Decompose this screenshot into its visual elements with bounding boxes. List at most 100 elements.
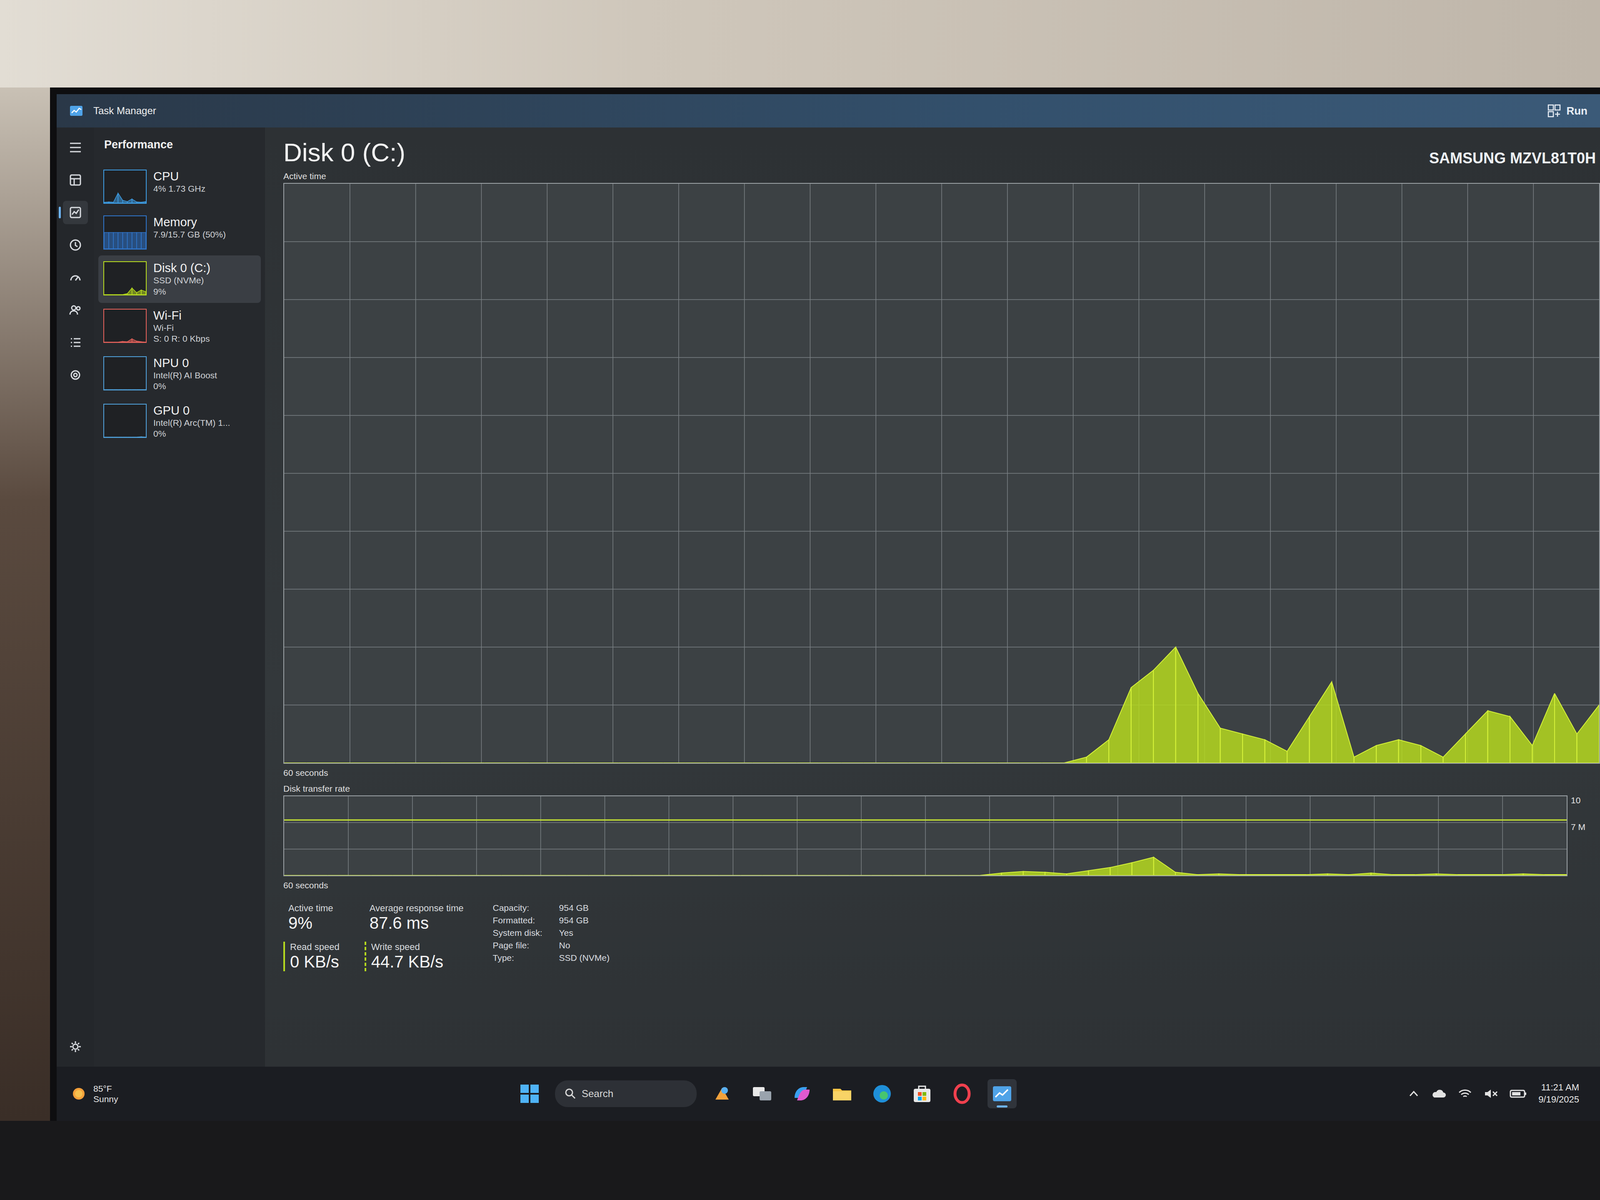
thumbnail-segment <box>122 293 128 295</box>
taskbar-app[interactable] <box>787 1079 817 1109</box>
thumbnail-segment <box>113 341 118 343</box>
chart-area-segment <box>529 762 552 763</box>
chart-area-segment <box>740 875 763 876</box>
chart-area-segment <box>632 875 654 876</box>
thumbnail-chart <box>104 262 146 295</box>
chart-area-segment <box>892 875 915 876</box>
sidebar-item-name[interactable]: Wi-Fi <box>153 308 210 323</box>
thumbnail-segment <box>113 294 118 295</box>
taskbar-app[interactable] <box>987 1079 1017 1109</box>
nav-item[interactable] <box>62 135 88 160</box>
nav-item[interactable] <box>62 298 88 322</box>
chart-area-segment <box>349 875 372 876</box>
chart-area-segment <box>1153 857 1176 876</box>
chart-area-segment <box>1554 693 1577 763</box>
chart-area-segment <box>1331 681 1354 763</box>
sidebar-item-name[interactable]: Memory <box>153 215 226 230</box>
run-button[interactable]: Run <box>1547 103 1588 118</box>
taskbar-app[interactable] <box>707 1079 737 1109</box>
taskbar-app[interactable] <box>747 1079 777 1109</box>
background-room <box>0 87 50 1121</box>
thumbnail-segment <box>108 341 114 343</box>
taskbar-search[interactable]: Search <box>555 1080 697 1108</box>
stat-label: Active time <box>288 902 340 914</box>
chart-area-segment <box>395 762 418 763</box>
thumbnail-segment <box>132 436 137 438</box>
clock-time[interactable]: 11:21 AM <box>1541 1081 1580 1094</box>
taskbar-app[interactable] <box>827 1079 857 1109</box>
chart-area-segment <box>484 762 507 763</box>
chart-area-segment <box>805 875 828 876</box>
thumbnail-segment <box>108 202 114 203</box>
chart-area-segment <box>1086 739 1109 763</box>
thumbnail-segment <box>136 341 142 343</box>
chart-area-segment <box>849 875 871 876</box>
chart-area-segment <box>1392 874 1415 876</box>
chart-area-segment <box>1370 872 1393 876</box>
chart-area-segment <box>1175 872 1198 876</box>
chart-area-segment <box>1108 687 1131 763</box>
chart-area-segment <box>1064 757 1087 763</box>
nav-item[interactable] <box>62 265 88 290</box>
taskbar-app[interactable] <box>907 1079 937 1109</box>
thumbnail-segment <box>104 232 109 249</box>
grid-line <box>1374 796 1375 876</box>
battery-icon <box>1509 1087 1528 1100</box>
sidebar-item[interactable]: CPU4% 1.73 GHz <box>98 163 261 210</box>
sidebar-item-name[interactable]: NPU 0 <box>153 356 218 370</box>
chart-area-segment <box>1265 739 1288 763</box>
nav-item[interactable] <box>62 200 88 225</box>
property-value: 954 GB <box>559 915 610 926</box>
thumbnail-chart <box>104 170 146 203</box>
sidebar-item[interactable]: Disk 0 (C:)SSD (NVMe)9% <box>98 255 261 303</box>
sidebar-item[interactable]: GPU 0Intel(R) Arc(TM) 1...0% <box>98 397 261 446</box>
stat-label: Read speed <box>290 941 340 953</box>
grid-line <box>1437 796 1439 876</box>
sidebar-item-name[interactable]: GPU 0 <box>153 403 230 418</box>
sidebar-item-name[interactable]: CPU <box>153 169 206 184</box>
clock[interactable]: 11:21 AM9/19/2025 <box>1538 1081 1588 1106</box>
performance-icon <box>67 204 84 221</box>
nav-item[interactable] <box>62 363 88 387</box>
thumbnail-segment <box>122 232 128 249</box>
chart-area-segment <box>774 762 797 763</box>
search-label[interactable]: Search <box>581 1087 614 1100</box>
axis-tick: 7 M <box>1570 822 1586 833</box>
clock-date[interactable]: 9/19/2025 <box>1538 1093 1580 1106</box>
chart-area-segment <box>914 875 937 876</box>
chart-area-segment <box>1487 710 1510 763</box>
taskmanager-icon <box>989 1081 1015 1107</box>
taskbar-app[interactable] <box>947 1079 977 1109</box>
chart-span: 60 seconds <box>283 876 1600 893</box>
thumbnail-segment <box>141 341 146 343</box>
run-button-label[interactable]: Run <box>1566 104 1588 118</box>
weather-condition: Sunny <box>93 1093 119 1105</box>
chart-area-segment <box>350 762 373 763</box>
sidebar-item[interactable]: Wi-FiWi-FiS: 0 R: 0 Kbps <box>98 302 261 351</box>
grid-line <box>989 796 990 876</box>
chart-area-segment <box>545 875 567 876</box>
sidebar-item[interactable]: NPU 0Intel(R) AI Boost0% <box>98 350 261 398</box>
chart-area-segment <box>327 875 350 876</box>
thumbnail-segment <box>127 232 133 249</box>
chart-area-segment <box>566 875 589 876</box>
sidebar-item-name[interactable]: Disk 0 (C:) <box>153 261 211 275</box>
chart-area-segment <box>997 762 1020 763</box>
taskbar-app[interactable] <box>867 1079 897 1109</box>
taskbar: 85°FSunny Search 11:21 AM9/19/2025 <box>56 1066 1600 1121</box>
nav-item[interactable] <box>62 233 88 257</box>
chart-area-segment <box>1284 874 1306 876</box>
taskbar-apps: Search <box>515 1079 1017 1109</box>
stat: Write speed44.7 KB/s <box>364 941 464 972</box>
nav-item[interactable] <box>62 1035 88 1067</box>
chart-area-segment <box>1019 762 1042 763</box>
nav-item[interactable] <box>62 330 88 355</box>
chart-area-segment <box>1465 710 1488 763</box>
weather-widget[interactable]: 85°FSunny <box>69 1083 507 1105</box>
sidebar-thumbnail <box>103 215 147 250</box>
sidebar-item[interactable]: Memory7.9/15.7 GB (50%) <box>98 209 261 256</box>
chart-area-segment <box>827 875 850 876</box>
nav-item[interactable] <box>62 168 88 192</box>
taskbar-app[interactable] <box>515 1079 545 1109</box>
property-label: Capacity: <box>492 902 543 913</box>
